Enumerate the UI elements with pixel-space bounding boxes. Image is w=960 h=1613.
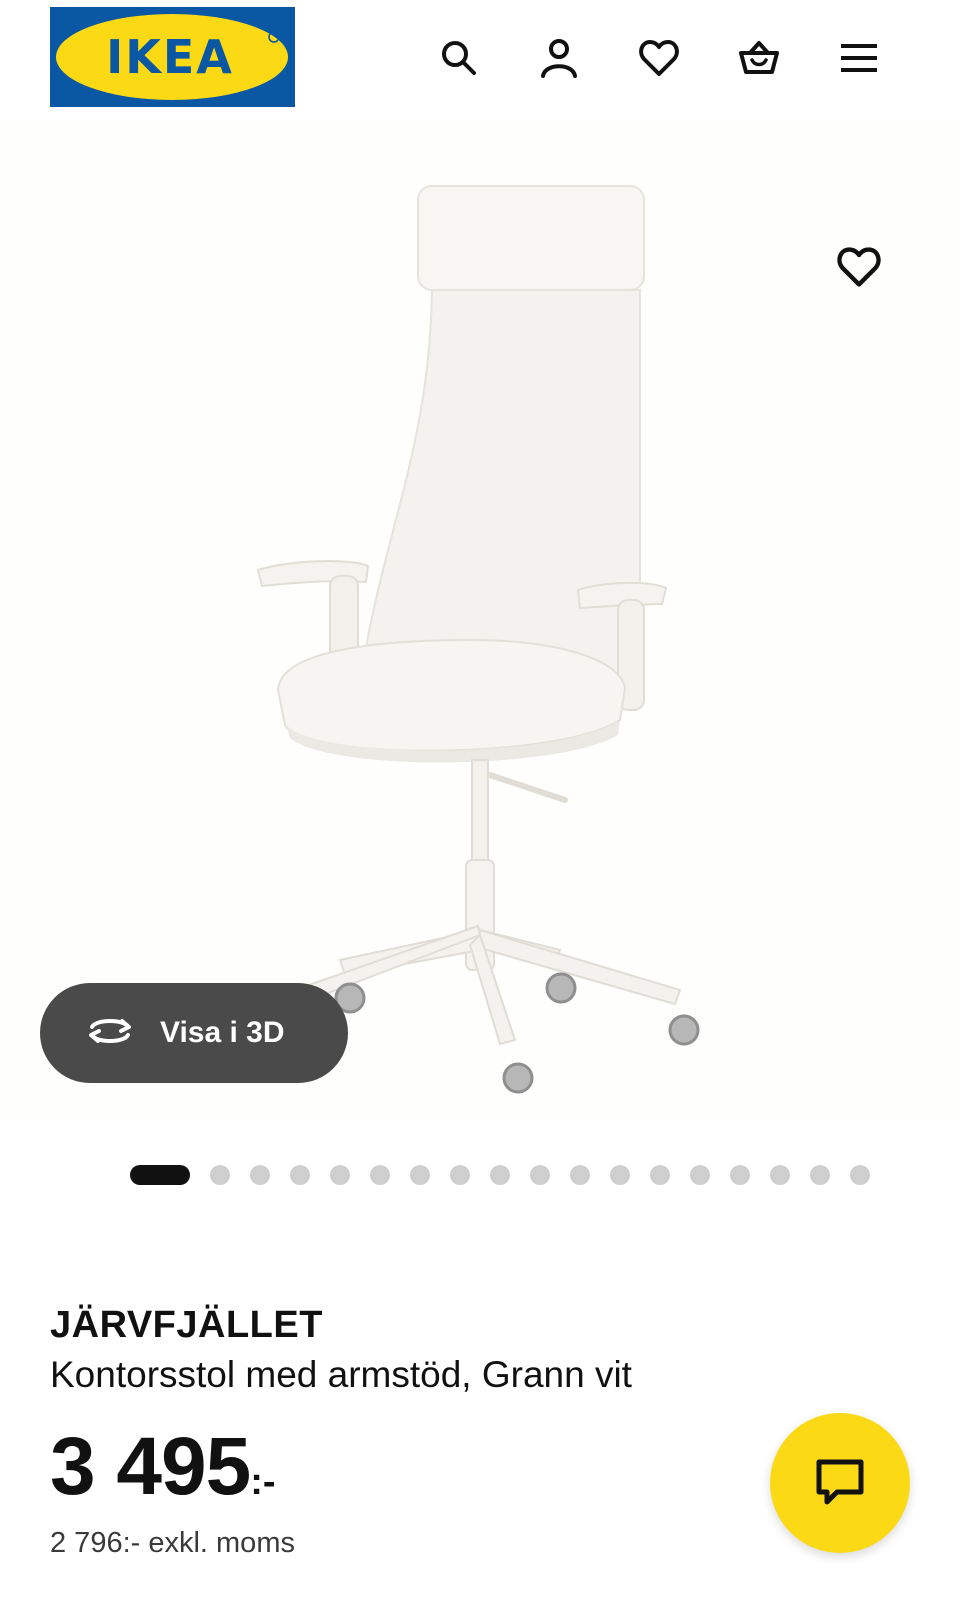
- carousel-dot[interactable]: [770, 1165, 790, 1185]
- svg-text:IKEA: IKEA: [106, 30, 234, 84]
- carousel-dot[interactable]: [330, 1165, 350, 1185]
- carousel-dot-active[interactable]: [130, 1165, 190, 1185]
- user-icon[interactable]: [533, 32, 585, 84]
- menu-icon[interactable]: [833, 32, 885, 84]
- carousel-dot[interactable]: [690, 1165, 710, 1185]
- carousel-dot[interactable]: [490, 1165, 510, 1185]
- basket-icon[interactable]: [733, 32, 785, 84]
- price-main: 3 495: [50, 1421, 251, 1512]
- carousel-dot[interactable]: [850, 1165, 870, 1185]
- carousel-dot[interactable]: [610, 1165, 630, 1185]
- add-to-favorites-heart-icon[interactable]: [830, 238, 888, 296]
- search-icon[interactable]: [433, 32, 485, 84]
- product-description: Kontorsstol med armstöd, Grann vit: [50, 1354, 632, 1395]
- product-gallery[interactable]: [0, 120, 960, 1120]
- chat-icon: [813, 1454, 867, 1513]
- carousel-dot[interactable]: [210, 1165, 230, 1185]
- price-suffix: :-: [250, 1461, 276, 1503]
- carousel-dot[interactable]: [450, 1165, 470, 1185]
- product-image-office-chair[interactable]: [0, 120, 960, 1120]
- product-price: 3 495:-: [50, 1420, 276, 1514]
- carousel-dot[interactable]: [570, 1165, 590, 1185]
- carousel-dot[interactable]: [290, 1165, 310, 1185]
- carousel-pagination: [0, 1163, 960, 1185]
- product-name: JÄRVFJÄLLET: [50, 1304, 323, 1346]
- carousel-dot[interactable]: [650, 1165, 670, 1185]
- carousel-dot[interactable]: [410, 1165, 430, 1185]
- carousel-dot[interactable]: [730, 1165, 750, 1185]
- rotate-3d-icon: [84, 1011, 136, 1056]
- carousel-dot[interactable]: [250, 1165, 270, 1185]
- view-in-3d-button[interactable]: Visa i 3D: [40, 983, 348, 1083]
- carousel-dot[interactable]: [370, 1165, 390, 1185]
- carousel-dot[interactable]: [810, 1165, 830, 1185]
- price-excl-vat: 2 796:- exkl. moms: [50, 1527, 295, 1559]
- carousel-dot[interactable]: [530, 1165, 550, 1185]
- chat-button[interactable]: [770, 1413, 910, 1553]
- site-header: IKEA: [0, 0, 960, 120]
- favorites-heart-icon[interactable]: [633, 32, 685, 84]
- ikea-logo[interactable]: IKEA: [50, 7, 295, 107]
- view-in-3d-label: Visa i 3D: [160, 1016, 285, 1049]
